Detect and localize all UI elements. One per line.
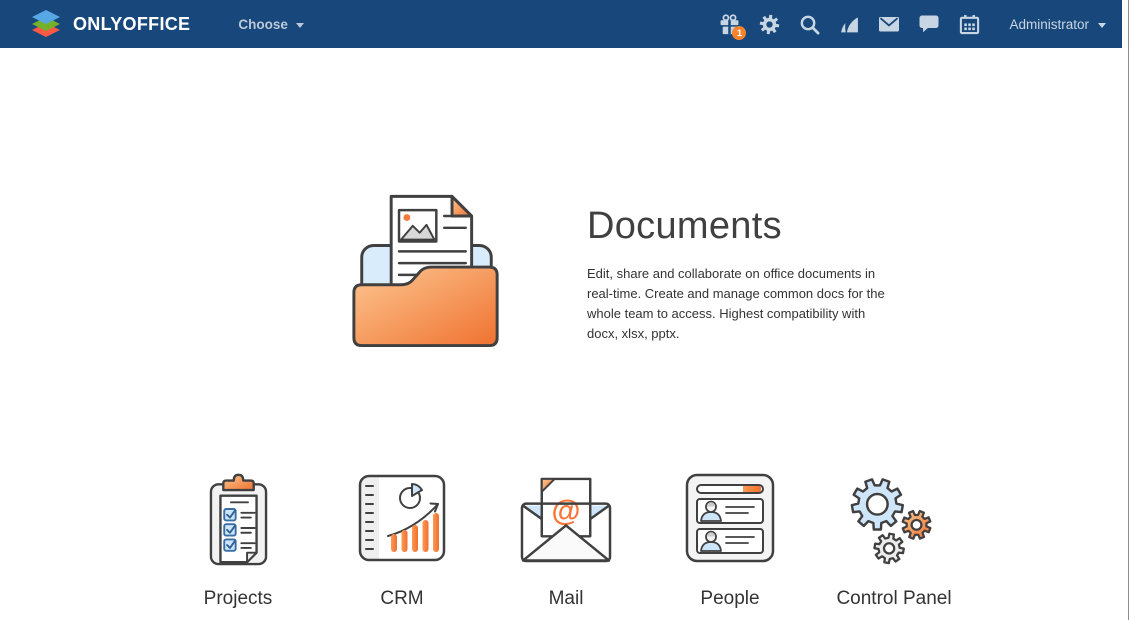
module-mail[interactable]: @ Mail xyxy=(484,470,648,610)
scrollbar-gutter[interactable] xyxy=(1122,0,1131,620)
talk-icon xyxy=(919,15,939,33)
documents-folder-icon xyxy=(348,185,505,355)
gift-badge: 1 xyxy=(732,26,746,40)
feed-icon xyxy=(839,14,860,35)
module-label: Mail xyxy=(549,588,584,610)
chevron-down-icon xyxy=(1098,23,1106,28)
logo-text: ONLYOFFICE xyxy=(73,14,190,35)
crm-icon xyxy=(358,474,446,562)
page-title: Documents xyxy=(587,205,899,248)
user-account-dropdown[interactable]: Administrator xyxy=(1009,17,1106,32)
people-icon xyxy=(684,472,776,564)
documents-description-block: Documents Edit, share and collaborate on… xyxy=(587,185,899,344)
module-description: Edit, share and collaborate on office do… xyxy=(587,264,899,344)
onlyoffice-logo[interactable]: ONLYOFFICE xyxy=(28,7,190,41)
search-icon xyxy=(799,14,820,35)
feed-button[interactable] xyxy=(829,0,869,48)
module-label: Projects xyxy=(204,588,273,610)
onlyoffice-logo-icon xyxy=(28,7,64,41)
top-navigation-bar: ONLYOFFICE Choose 1 xyxy=(0,0,1122,48)
user-name: Administrator xyxy=(1009,17,1089,32)
module-people[interactable]: People xyxy=(648,470,812,610)
module-label: People xyxy=(700,588,759,610)
projects-icon xyxy=(208,471,269,566)
calendar-button[interactable] xyxy=(949,0,989,48)
settings-icon xyxy=(759,14,780,35)
mail-button[interactable] xyxy=(869,0,909,48)
control-panel-icon xyxy=(849,469,939,567)
mail-icon xyxy=(879,17,899,32)
module-projects[interactable]: Projects xyxy=(156,470,320,610)
settings-button[interactable] xyxy=(749,0,789,48)
choose-module-dropdown[interactable]: Choose xyxy=(238,17,304,32)
module-control-panel[interactable]: Control Panel xyxy=(812,470,976,610)
chevron-down-icon xyxy=(296,23,304,28)
documents-module-tile[interactable] xyxy=(348,185,505,355)
module-label: CRM xyxy=(380,588,423,610)
topbar-actions: 1 xyxy=(709,0,1122,48)
module-crm[interactable]: CRM xyxy=(320,470,484,610)
search-button[interactable] xyxy=(789,0,829,48)
documents-hero: Documents Edit, share and collaborate on… xyxy=(348,185,1131,355)
modules-row: Projects xyxy=(156,470,1131,610)
module-label: Control Panel xyxy=(836,588,951,610)
talk-button[interactable] xyxy=(909,0,949,48)
calendar-icon xyxy=(959,14,980,35)
at-symbol: @ xyxy=(552,494,581,527)
gift-button[interactable]: 1 xyxy=(709,0,749,48)
mail-module-icon: @ xyxy=(519,473,613,564)
choose-label: Choose xyxy=(238,17,288,32)
